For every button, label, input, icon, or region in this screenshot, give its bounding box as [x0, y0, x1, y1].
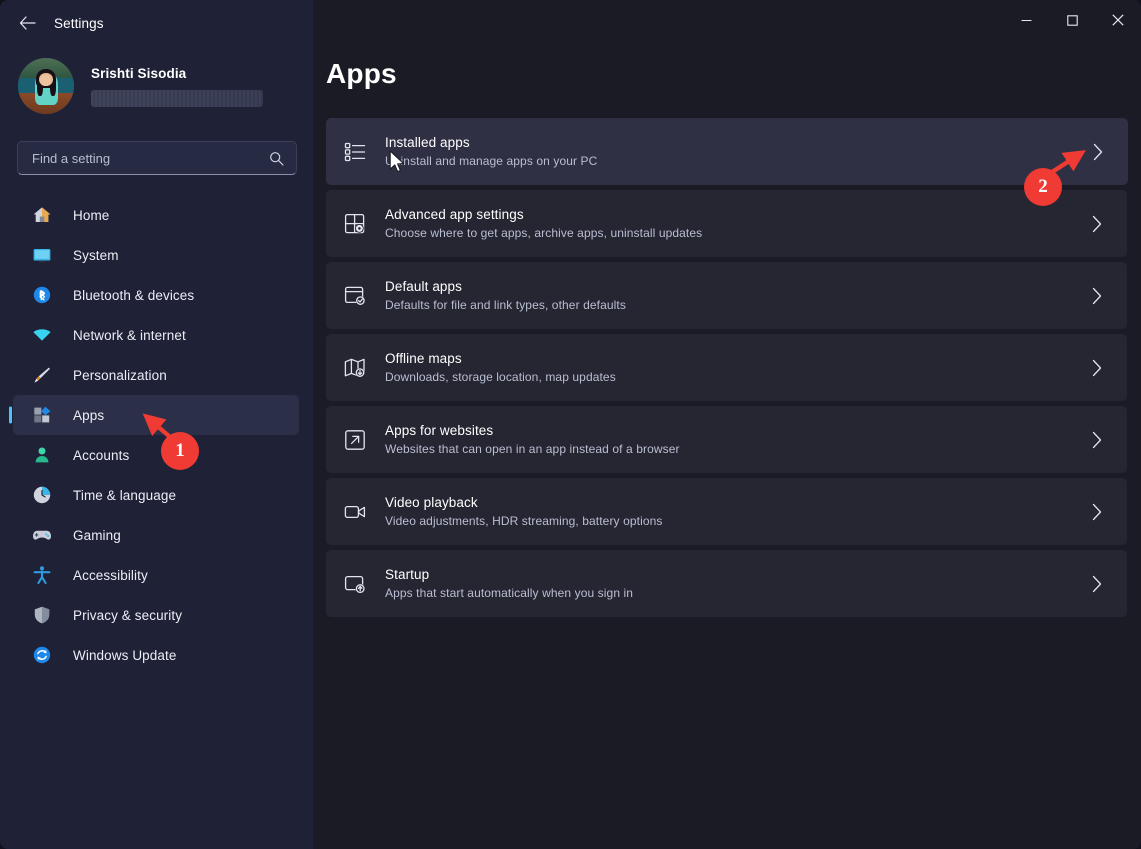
mouse-cursor — [389, 150, 407, 176]
annotation-badge-2: 2 — [1024, 168, 1062, 206]
annotation-badge-1: 1 — [161, 432, 199, 470]
settings-window: Settings — [0, 0, 1141, 849]
annotation-arrows — [0, 0, 1141, 849]
